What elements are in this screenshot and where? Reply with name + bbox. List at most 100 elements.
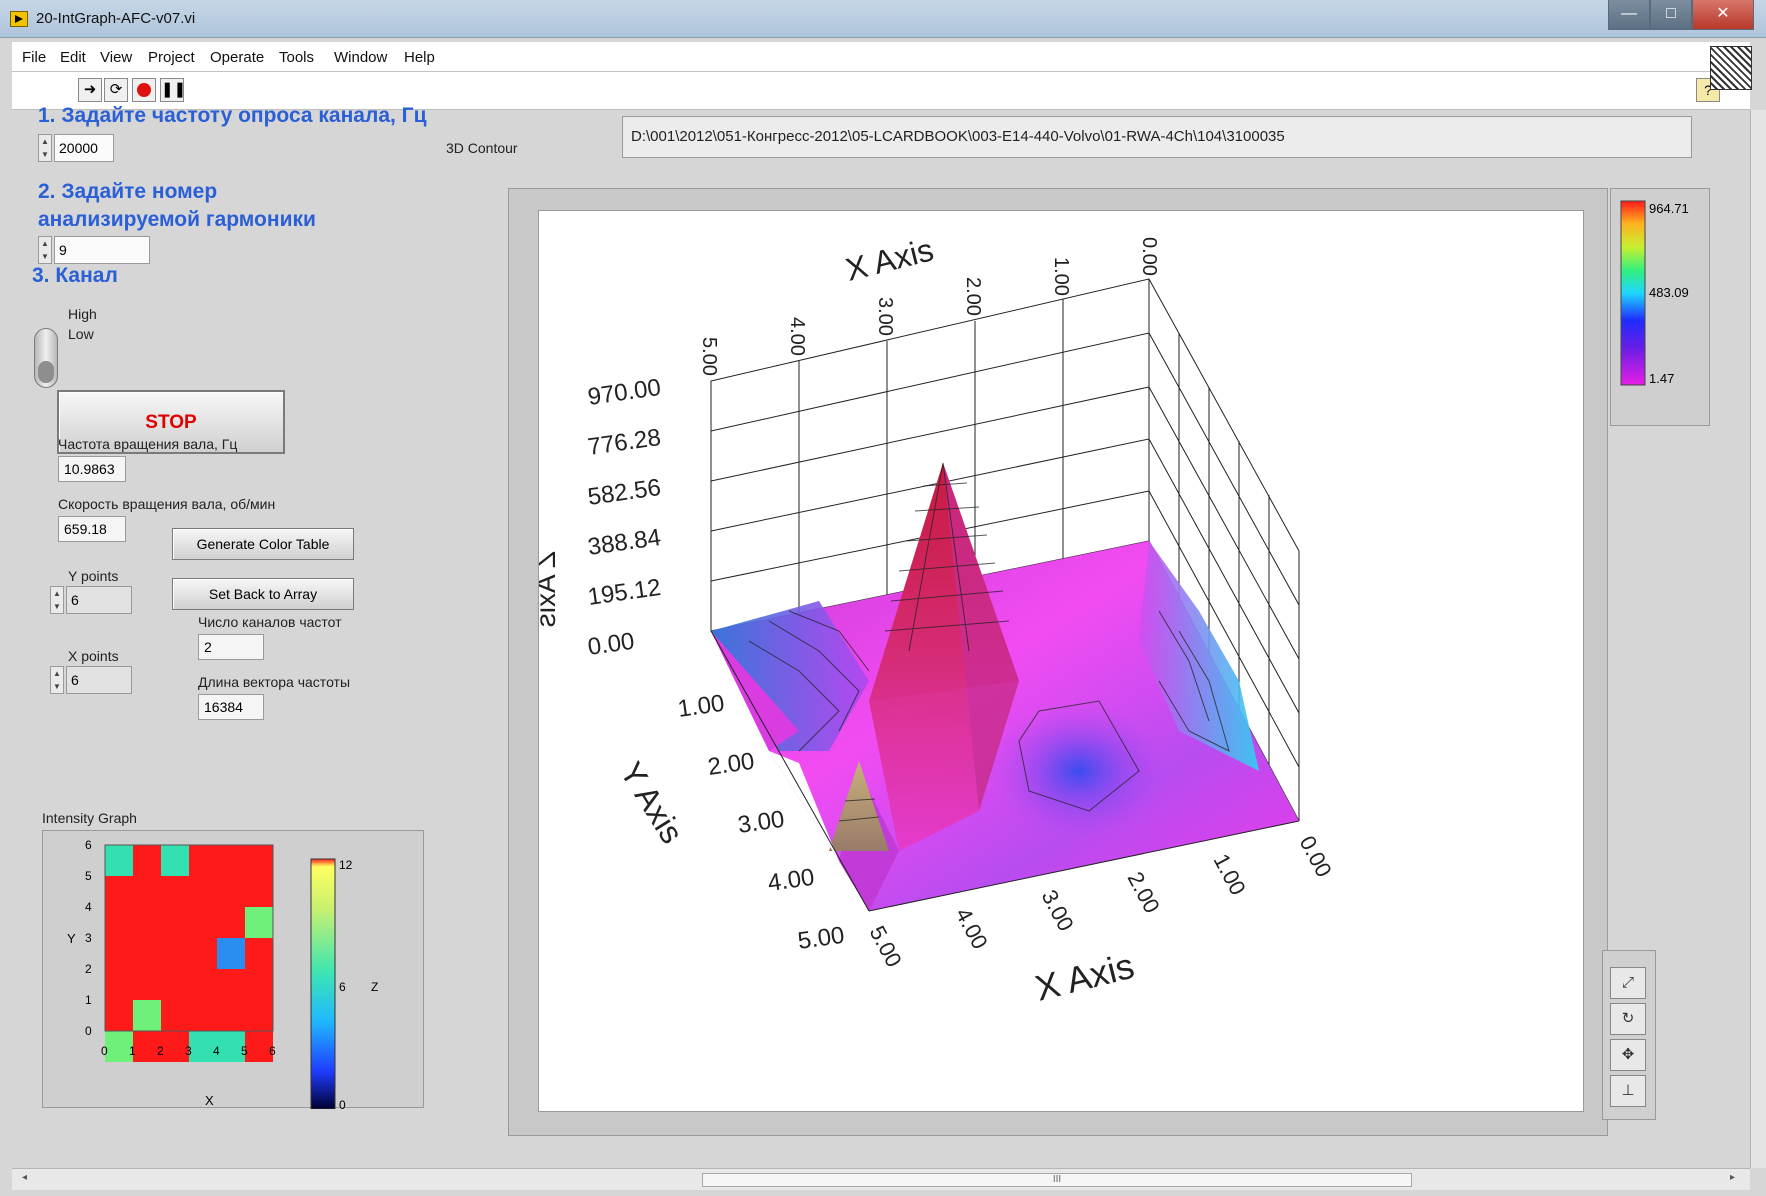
intensity-y-tick: 0 <box>85 1024 92 1038</box>
vector-length-value: 16384 <box>198 694 264 720</box>
x-axis-tick-top: 3.00 <box>874 297 896 336</box>
harmonic-input[interactable]: 9 <box>54 236 150 264</box>
intensity-cell <box>217 969 245 1000</box>
window-title: 20-IntGraph-AFC-v07.vi <box>36 10 196 27</box>
maximize-button[interactable]: □ <box>1650 0 1692 30</box>
intensity-cell <box>245 969 273 1000</box>
set-back-to-array-button[interactable]: Set Back to Array <box>172 578 354 610</box>
y-points-spinner[interactable]: ▲ ▼ <box>50 586 64 614</box>
z-axis-tick: 582.56 <box>586 474 662 511</box>
intensity-y-tick: 4 <box>85 900 92 914</box>
pan-icon[interactable]: ✥ <box>1610 1039 1646 1071</box>
menu-edit[interactable]: Edit <box>60 49 86 66</box>
intensity-graph-svg: 0123456 0123456 X Y 12 6 0 Z <box>67 838 378 1109</box>
x-axis-tick-top: 1.00 <box>1050 257 1072 296</box>
x-points-spinner[interactable]: ▲ ▼ <box>50 666 64 694</box>
zoom-icon[interactable]: ⤢ <box>1610 967 1646 999</box>
z-axis-tick: 0.00 <box>586 628 636 661</box>
legend-max: 964.71 <box>1649 201 1689 216</box>
intensity-cell <box>105 907 133 938</box>
sample-rate-input[interactable]: 20000 <box>54 134 114 162</box>
intensity-y-tick: 5 <box>85 869 92 883</box>
labview-vi-icon <box>10 11 28 27</box>
rotate-icon[interactable]: ↻ <box>1610 1003 1646 1035</box>
shaft-freq-label: Частота вращения вала, Гц <box>58 436 238 452</box>
harmonic-label-1: 2. Задайте номер <box>38 180 218 203</box>
y-axis-tick: 5.00 <box>796 922 846 955</box>
intensity-x-tick: 2 <box>157 1044 164 1058</box>
intensity-x-tick: 3 <box>185 1044 192 1058</box>
intensity-cell <box>245 876 273 907</box>
harmonic-spinner[interactable]: ▲ ▼ <box>38 236 52 264</box>
front-panel: 1. Задайте частоту опроса канала, Гц ▲ ▼ … <box>12 104 1750 1168</box>
intensity-cell <box>189 907 217 938</box>
intensity-cell <box>245 1000 273 1031</box>
channels-count-label: Число каналов частот <box>198 614 342 630</box>
vector-length-label: Длина вектора частоты <box>198 674 351 690</box>
intensity-cell <box>189 845 217 876</box>
x-axis-tick-top: 0.00 <box>1138 237 1160 276</box>
menu-window[interactable]: Window <box>334 49 387 66</box>
channel-toggle[interactable] <box>34 328 58 388</box>
intensity-x-tick: 4 <box>213 1044 220 1058</box>
x-axis-tick-bottom: 3.00 <box>1037 886 1079 936</box>
shaft-speed-value: 659.18 <box>58 516 126 542</box>
intensity-cell <box>245 938 273 969</box>
graph3d-svg: 970.00 776.28 582.56 388.84 195.12 0.00 1.00 2… <box>530 231 1337 1008</box>
pause-icon[interactable]: ❚❚ <box>160 78 186 102</box>
intensity-scale-tick: 12 <box>339 858 353 872</box>
intensity-graph: 0123456 0123456 X Y 12 6 0 Z <box>42 830 424 1109</box>
run-arrow-icon[interactable]: ➜ <box>78 78 102 102</box>
x-axis-tick-bottom: 1.00 <box>1209 850 1251 900</box>
y-axis-tick: 1.00 <box>676 690 726 723</box>
intensity-cell <box>161 1000 189 1031</box>
abort-icon[interactable] <box>132 78 156 102</box>
intensity-cell <box>105 969 133 1000</box>
sample-rate-spinner[interactable]: ▲ ▼ <box>38 134 52 162</box>
y-axis-tick: 2.00 <box>706 748 756 781</box>
intensity-cell <box>217 876 245 907</box>
intensity-cell <box>245 845 273 876</box>
channels-count-value: 2 <box>198 634 264 660</box>
menu-operate[interactable]: Operate <box>210 49 264 66</box>
x-points-label: X points <box>68 648 119 664</box>
intensity-cell <box>217 845 245 876</box>
channel-label: 3. Канал <box>32 264 118 287</box>
vi-connector-icon <box>1710 46 1752 90</box>
horizontal-scrollbar[interactable]: ◂ III ▸ <box>12 1168 1750 1190</box>
minimize-button[interactable]: — <box>1608 0 1650 30</box>
intensity-cell <box>133 969 161 1000</box>
graph3d-tools: ⤢ ↻ ✥ ⊥ <box>1602 950 1656 1120</box>
y-axis-tick: 3.00 <box>736 806 786 839</box>
menu-file[interactable]: File <box>22 49 46 66</box>
menu-project[interactable]: Project <box>148 49 195 66</box>
z-axis-tick: 195.12 <box>586 574 662 611</box>
x-points-input[interactable]: 6 <box>66 666 132 694</box>
close-button[interactable]: ✕ <box>1692 0 1754 30</box>
z-axis-tick: 970.00 <box>586 374 662 411</box>
intensity-cell <box>161 938 189 969</box>
horizontal-scroll-thumb[interactable]: III <box>702 1173 1412 1187</box>
graph3d-plot[interactable]: 970.00 776.28 582.56 388.84 195.12 0.00 1.00 2… <box>530 210 1584 1112</box>
color-legend-svg: 964.71 483.09 1.47 <box>1620 200 1689 386</box>
shaft-speed-label: Скорость вращения вала, об/мин <box>58 496 276 512</box>
vertical-scrollbar[interactable] <box>1750 110 1766 1168</box>
scroll-right-icon[interactable]: ▸ <box>1730 1172 1735 1183</box>
menu-help[interactable]: Help <box>404 49 435 66</box>
intensity-y-tick: 1 <box>85 993 92 1007</box>
intensity-cell <box>189 969 217 1000</box>
intensity-cell <box>189 876 217 907</box>
y-points-input[interactable]: 6 <box>66 586 132 614</box>
menu-view[interactable]: View <box>100 49 132 66</box>
menu-tools[interactable]: Tools <box>279 49 314 66</box>
channel-low-label: Low <box>68 326 94 342</box>
generate-color-table-button[interactable]: Generate Color Table <box>172 528 354 560</box>
graph3d-label: 3D Contour <box>446 140 518 156</box>
title-bar: 20-IntGraph-AFC-v07.vi — □ ✕ <box>0 0 1766 38</box>
reset-view-icon[interactable]: ⊥ <box>1610 1075 1646 1107</box>
run-continuously-icon[interactable]: ⟳ <box>104 78 128 102</box>
scroll-left-icon[interactable]: ◂ <box>22 1172 27 1183</box>
file-path-indicator: D:\001\2012\051-Конгресс-2012\05-LCARDBO… <box>622 116 1692 158</box>
intensity-scale-label: Z <box>371 980 378 994</box>
z-axis-tick: 388.84 <box>586 524 662 561</box>
